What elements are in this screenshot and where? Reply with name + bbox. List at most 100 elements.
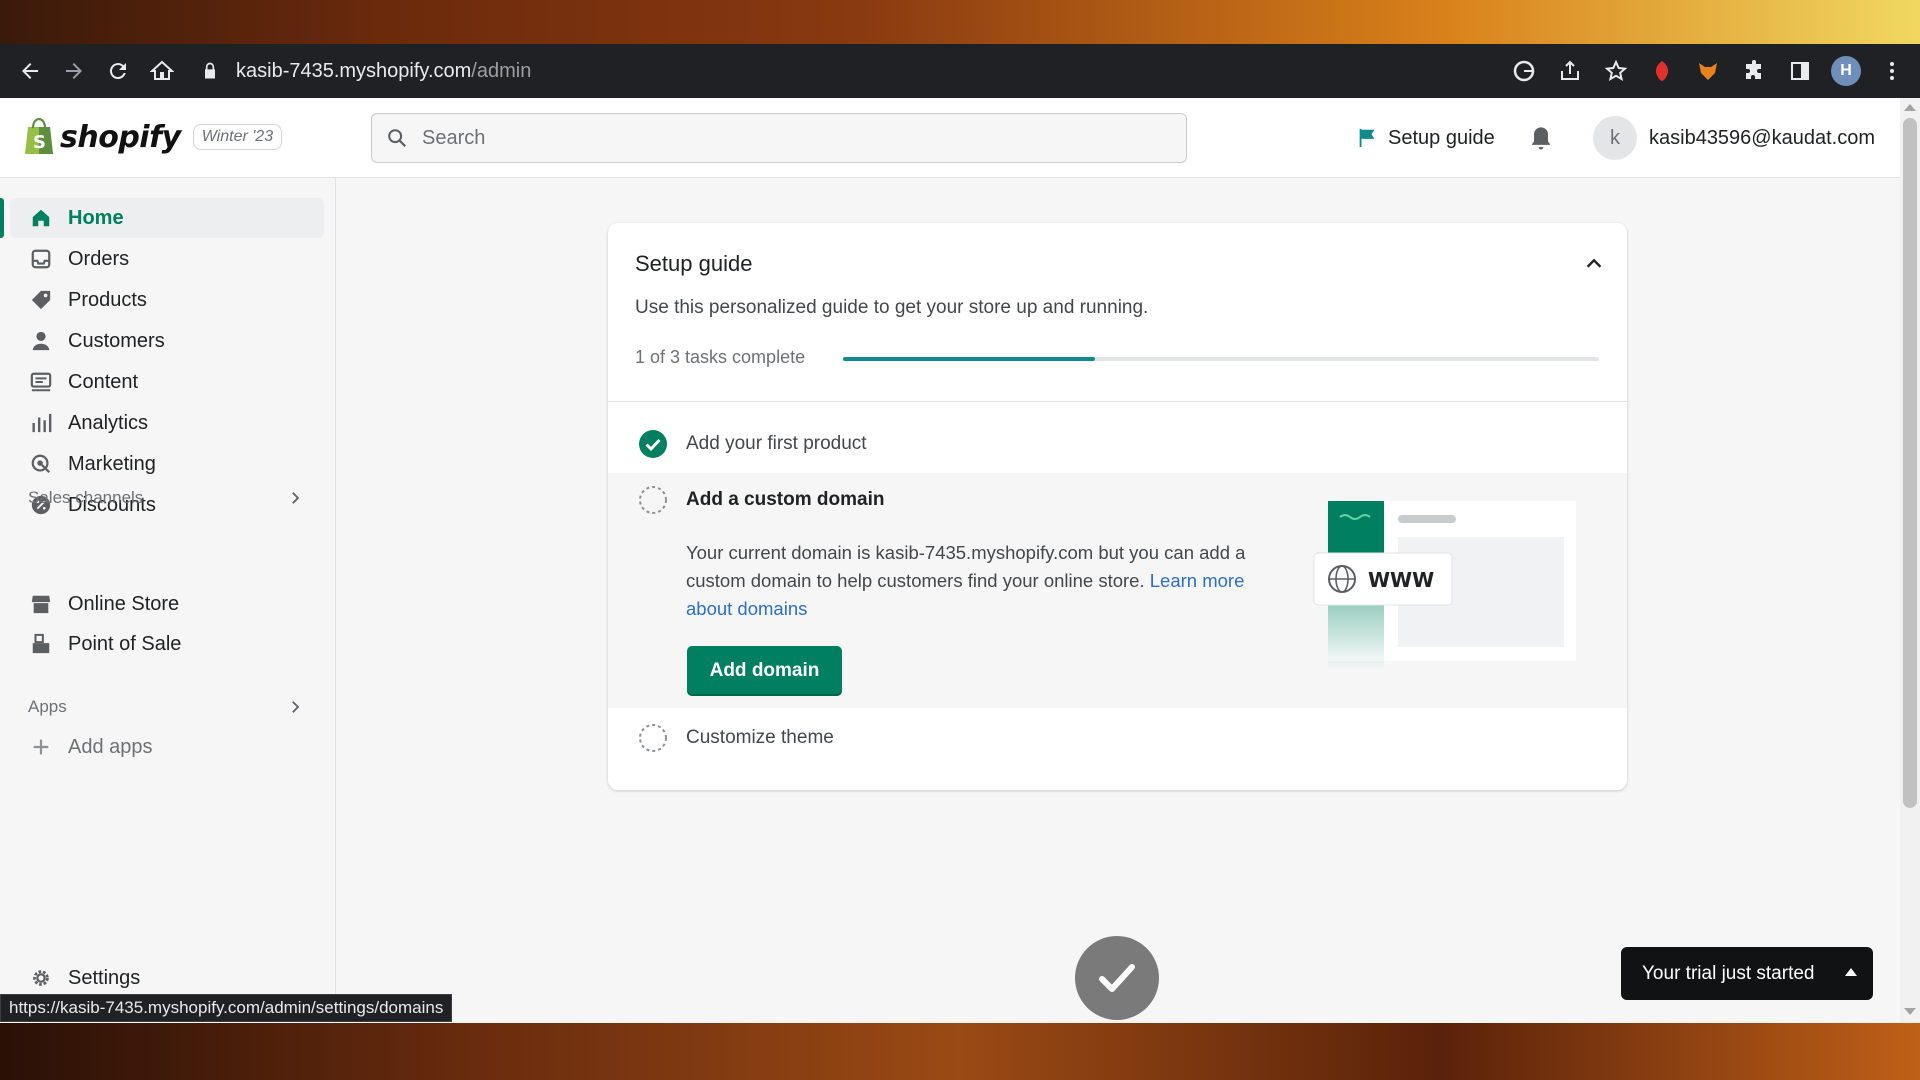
sidebar-item-products[interactable]: Products bbox=[10, 280, 324, 320]
sidebar-item-analytics[interactable]: Analytics bbox=[10, 403, 324, 443]
sidebar-item-label: Analytics bbox=[68, 411, 149, 434]
lock-icon bbox=[205, 62, 215, 79]
card-title: Setup guide bbox=[635, 251, 753, 276]
sidebar-item-add-apps[interactable]: Add apps bbox=[10, 727, 324, 767]
reload-icon[interactable] bbox=[96, 49, 140, 93]
sidebar-item-label: Orders bbox=[68, 247, 130, 270]
task-add-first-product[interactable]: Add your first product bbox=[638, 429, 867, 459]
illustration-www-text: WWW bbox=[1368, 568, 1434, 592]
avatar[interactable]: k bbox=[1593, 116, 1637, 160]
share-icon[interactable] bbox=[1552, 53, 1588, 89]
sidebar-item-point-of-sale[interactable]: Point of Sale bbox=[10, 624, 324, 664]
sidebar-item-online-store[interactable]: Online Store bbox=[10, 584, 324, 624]
trial-banner[interactable]: Your trial just started bbox=[1621, 947, 1873, 1000]
trial-banner-text: Your trial just started bbox=[1642, 962, 1815, 984]
sidebar: Home Orders Products Customers Content A… bbox=[0, 178, 336, 1023]
search-placeholder: Search bbox=[422, 126, 486, 149]
user-email[interactable]: kasib43596@kaudat.com bbox=[1649, 98, 1875, 178]
home-icon bbox=[30, 207, 52, 229]
apps-header[interactable]: Apps bbox=[28, 692, 304, 722]
url-host: kasib-7435.myshopify.com bbox=[236, 59, 472, 82]
content-icon bbox=[30, 371, 52, 393]
sidebar-item-home[interactable]: Home bbox=[0, 198, 324, 238]
bar-chart-icon bbox=[30, 412, 52, 434]
sidebar-item-settings[interactable]: Settings bbox=[10, 958, 324, 998]
completion-check-overlay bbox=[1075, 936, 1159, 1020]
sidebar-item-label: Add apps bbox=[68, 735, 153, 758]
sidebar-item-content[interactable]: Content bbox=[10, 362, 324, 402]
store-icon bbox=[30, 593, 52, 615]
card-subtitle: Use this personalized guide to get your … bbox=[635, 297, 1149, 318]
bell-icon[interactable] bbox=[1527, 125, 1555, 153]
task-label: Add your first product bbox=[686, 433, 867, 454]
admin-topbar: S shopify Winter '23 Search Setup guide … bbox=[0, 98, 1900, 178]
target-icon bbox=[30, 453, 52, 475]
checkmark-icon bbox=[1099, 964, 1135, 992]
sales-channels-header[interactable]: Sales channels bbox=[28, 483, 304, 513]
logo-wordmark: shopify bbox=[60, 119, 181, 155]
red-extension-icon[interactable] bbox=[1644, 53, 1680, 89]
edition-badge: Winter '23 bbox=[192, 124, 283, 150]
kebab-menu-icon[interactable] bbox=[1874, 53, 1910, 89]
profile-avatar[interactable]: H bbox=[1828, 53, 1864, 89]
add-domain-button[interactable]: Add domain bbox=[687, 646, 842, 696]
task-label: Add a custom domain bbox=[686, 489, 885, 510]
url-path: /admin bbox=[471, 59, 532, 82]
video-top-band bbox=[0, 0, 1920, 44]
task-add-custom-domain-panel: Add a custom domain Your current domain … bbox=[608, 473, 1627, 708]
star-icon[interactable] bbox=[1598, 53, 1634, 89]
sidebar-item-marketing[interactable]: Marketing bbox=[10, 444, 324, 484]
sidebar-item-label: Customers bbox=[68, 329, 165, 352]
gear-icon bbox=[30, 967, 52, 989]
progress-track bbox=[843, 357, 1599, 361]
chevron-right-icon bbox=[292, 701, 300, 713]
forward-icon[interactable] bbox=[52, 49, 96, 93]
sidebar-item-label: Content bbox=[68, 370, 139, 393]
svg-text:S: S bbox=[33, 132, 46, 153]
sidebar-item-label: Products bbox=[68, 288, 147, 311]
orders-icon bbox=[30, 248, 52, 270]
shopify-logo[interactable]: S shopify Winter '23 bbox=[22, 118, 283, 156]
link-status-bar: https://kasib-7435.myshopify.com/admin/s… bbox=[0, 994, 453, 1022]
scrollbar-thumb[interactable] bbox=[1903, 118, 1917, 808]
task-label: Customize theme bbox=[686, 727, 834, 748]
sidebar-item-label: Point of Sale bbox=[68, 632, 182, 655]
sidebar-item-label: Settings bbox=[68, 966, 141, 989]
browser-toolbar: kasib-7435.myshopify.com/admin H bbox=[0, 44, 1920, 98]
shopify-bag-icon: S bbox=[25, 118, 53, 154]
progress-text: 1 of 3 tasks complete bbox=[635, 347, 806, 367]
domain-illustration: WWW bbox=[1313, 501, 1576, 671]
chevron-up-icon[interactable] bbox=[1583, 253, 1605, 275]
flag-icon bbox=[1359, 128, 1375, 148]
search-input[interactable]: Search bbox=[371, 113, 1187, 163]
domain-description: Your current domain is kasib-7435.myshop… bbox=[686, 539, 1246, 623]
apps-title: Apps bbox=[28, 697, 67, 716]
sidebar-item-label: Online Store bbox=[68, 592, 180, 615]
task-customize-theme[interactable]: Customize theme bbox=[638, 723, 834, 753]
progress-fill bbox=[843, 357, 1095, 361]
setup-guide-label: Setup guide bbox=[1388, 126, 1495, 149]
home-page-icon[interactable] bbox=[140, 49, 184, 93]
sidebar-item-customers[interactable]: Customers bbox=[10, 321, 324, 361]
sidebar-item-label: Marketing bbox=[68, 452, 156, 475]
scroll-down-arrow[interactable] bbox=[1904, 1008, 1916, 1015]
scroll-up-arrow[interactable] bbox=[1904, 104, 1916, 111]
divider bbox=[608, 401, 1627, 402]
video-bottom-band bbox=[0, 1023, 1920, 1080]
setup-guide-button[interactable]: Setup guide bbox=[1356, 98, 1495, 178]
plus-icon bbox=[30, 736, 52, 758]
sidebar-item-orders[interactable]: Orders bbox=[10, 239, 324, 279]
back-icon[interactable] bbox=[8, 49, 52, 93]
fox-extension-icon[interactable] bbox=[1690, 53, 1726, 89]
side-panel-icon[interactable] bbox=[1782, 53, 1818, 89]
address-bar[interactable]: kasib-7435.myshopify.com/admin bbox=[200, 44, 531, 98]
chevron-right-icon bbox=[292, 492, 300, 504]
person-icon bbox=[30, 330, 52, 352]
checkmark-circle-icon bbox=[639, 430, 667, 458]
task-add-custom-domain[interactable]: Add a custom domain bbox=[638, 485, 884, 515]
caret-up-icon bbox=[1845, 968, 1857, 976]
dashed-circle-icon bbox=[639, 486, 667, 514]
google-icon[interactable] bbox=[1506, 53, 1542, 89]
puzzle-icon[interactable] bbox=[1736, 53, 1772, 89]
sales-channels-title: Sales channels bbox=[28, 488, 144, 507]
